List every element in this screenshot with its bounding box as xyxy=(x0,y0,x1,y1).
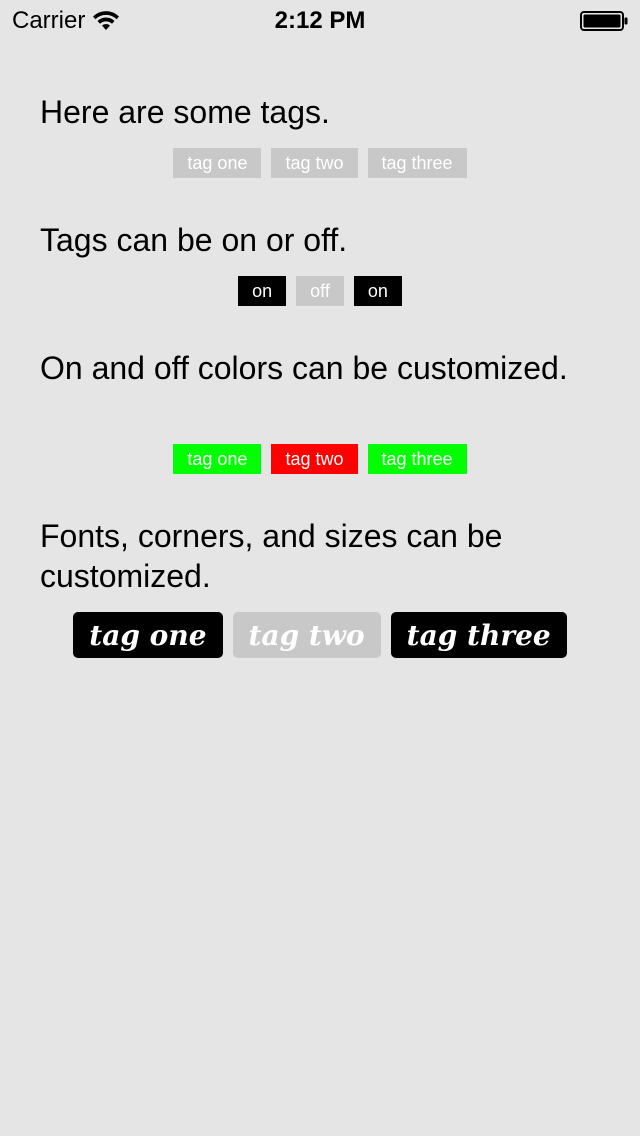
section-heading: Here are some tags. xyxy=(40,94,330,130)
tag-three[interactable]: tag three xyxy=(367,444,467,474)
tag-row-custom-colors: tag one tag two tag three xyxy=(0,444,640,474)
section-plain-tags: Here are some tags. xyxy=(40,92,600,132)
tag-one[interactable]: tag one xyxy=(173,148,262,178)
section-custom-colors: On and off colors can be customized. xyxy=(40,348,600,388)
tag-row-on-off: on off on xyxy=(0,276,640,306)
status-bar: Carrier 2:12 PM xyxy=(0,0,640,40)
section-heading: Tags can be on or off. xyxy=(40,222,348,258)
section-custom-fonts: Fonts, corners, and sizes can be customi… xyxy=(40,516,600,596)
tag-row-plain: tag one tag two tag three xyxy=(0,148,640,178)
battery-icon xyxy=(580,11,628,31)
tag-row-custom-fonts: tag one tag two tag three xyxy=(0,612,640,658)
tag-on-2[interactable]: on xyxy=(353,276,402,306)
section-heading: Fonts, corners, and sizes can be customi… xyxy=(40,518,503,594)
tag-one[interactable]: tag one xyxy=(73,612,223,658)
tag-two[interactable]: tag two xyxy=(271,444,358,474)
tag-on-1[interactable]: on xyxy=(238,276,287,306)
section-on-off-tags: Tags can be on or off. xyxy=(40,220,600,260)
status-time: 2:12 PM xyxy=(274,7,366,34)
tag-three[interactable]: tag three xyxy=(367,148,467,178)
tag-two[interactable]: tag two xyxy=(232,612,381,658)
tag-one[interactable]: tag one xyxy=(173,444,262,474)
tag-two[interactable]: tag two xyxy=(271,148,358,178)
section-heading: On and off colors can be customized. xyxy=(40,350,568,386)
tag-three[interactable]: tag three xyxy=(390,612,567,658)
tag-off[interactable]: off xyxy=(296,276,344,306)
